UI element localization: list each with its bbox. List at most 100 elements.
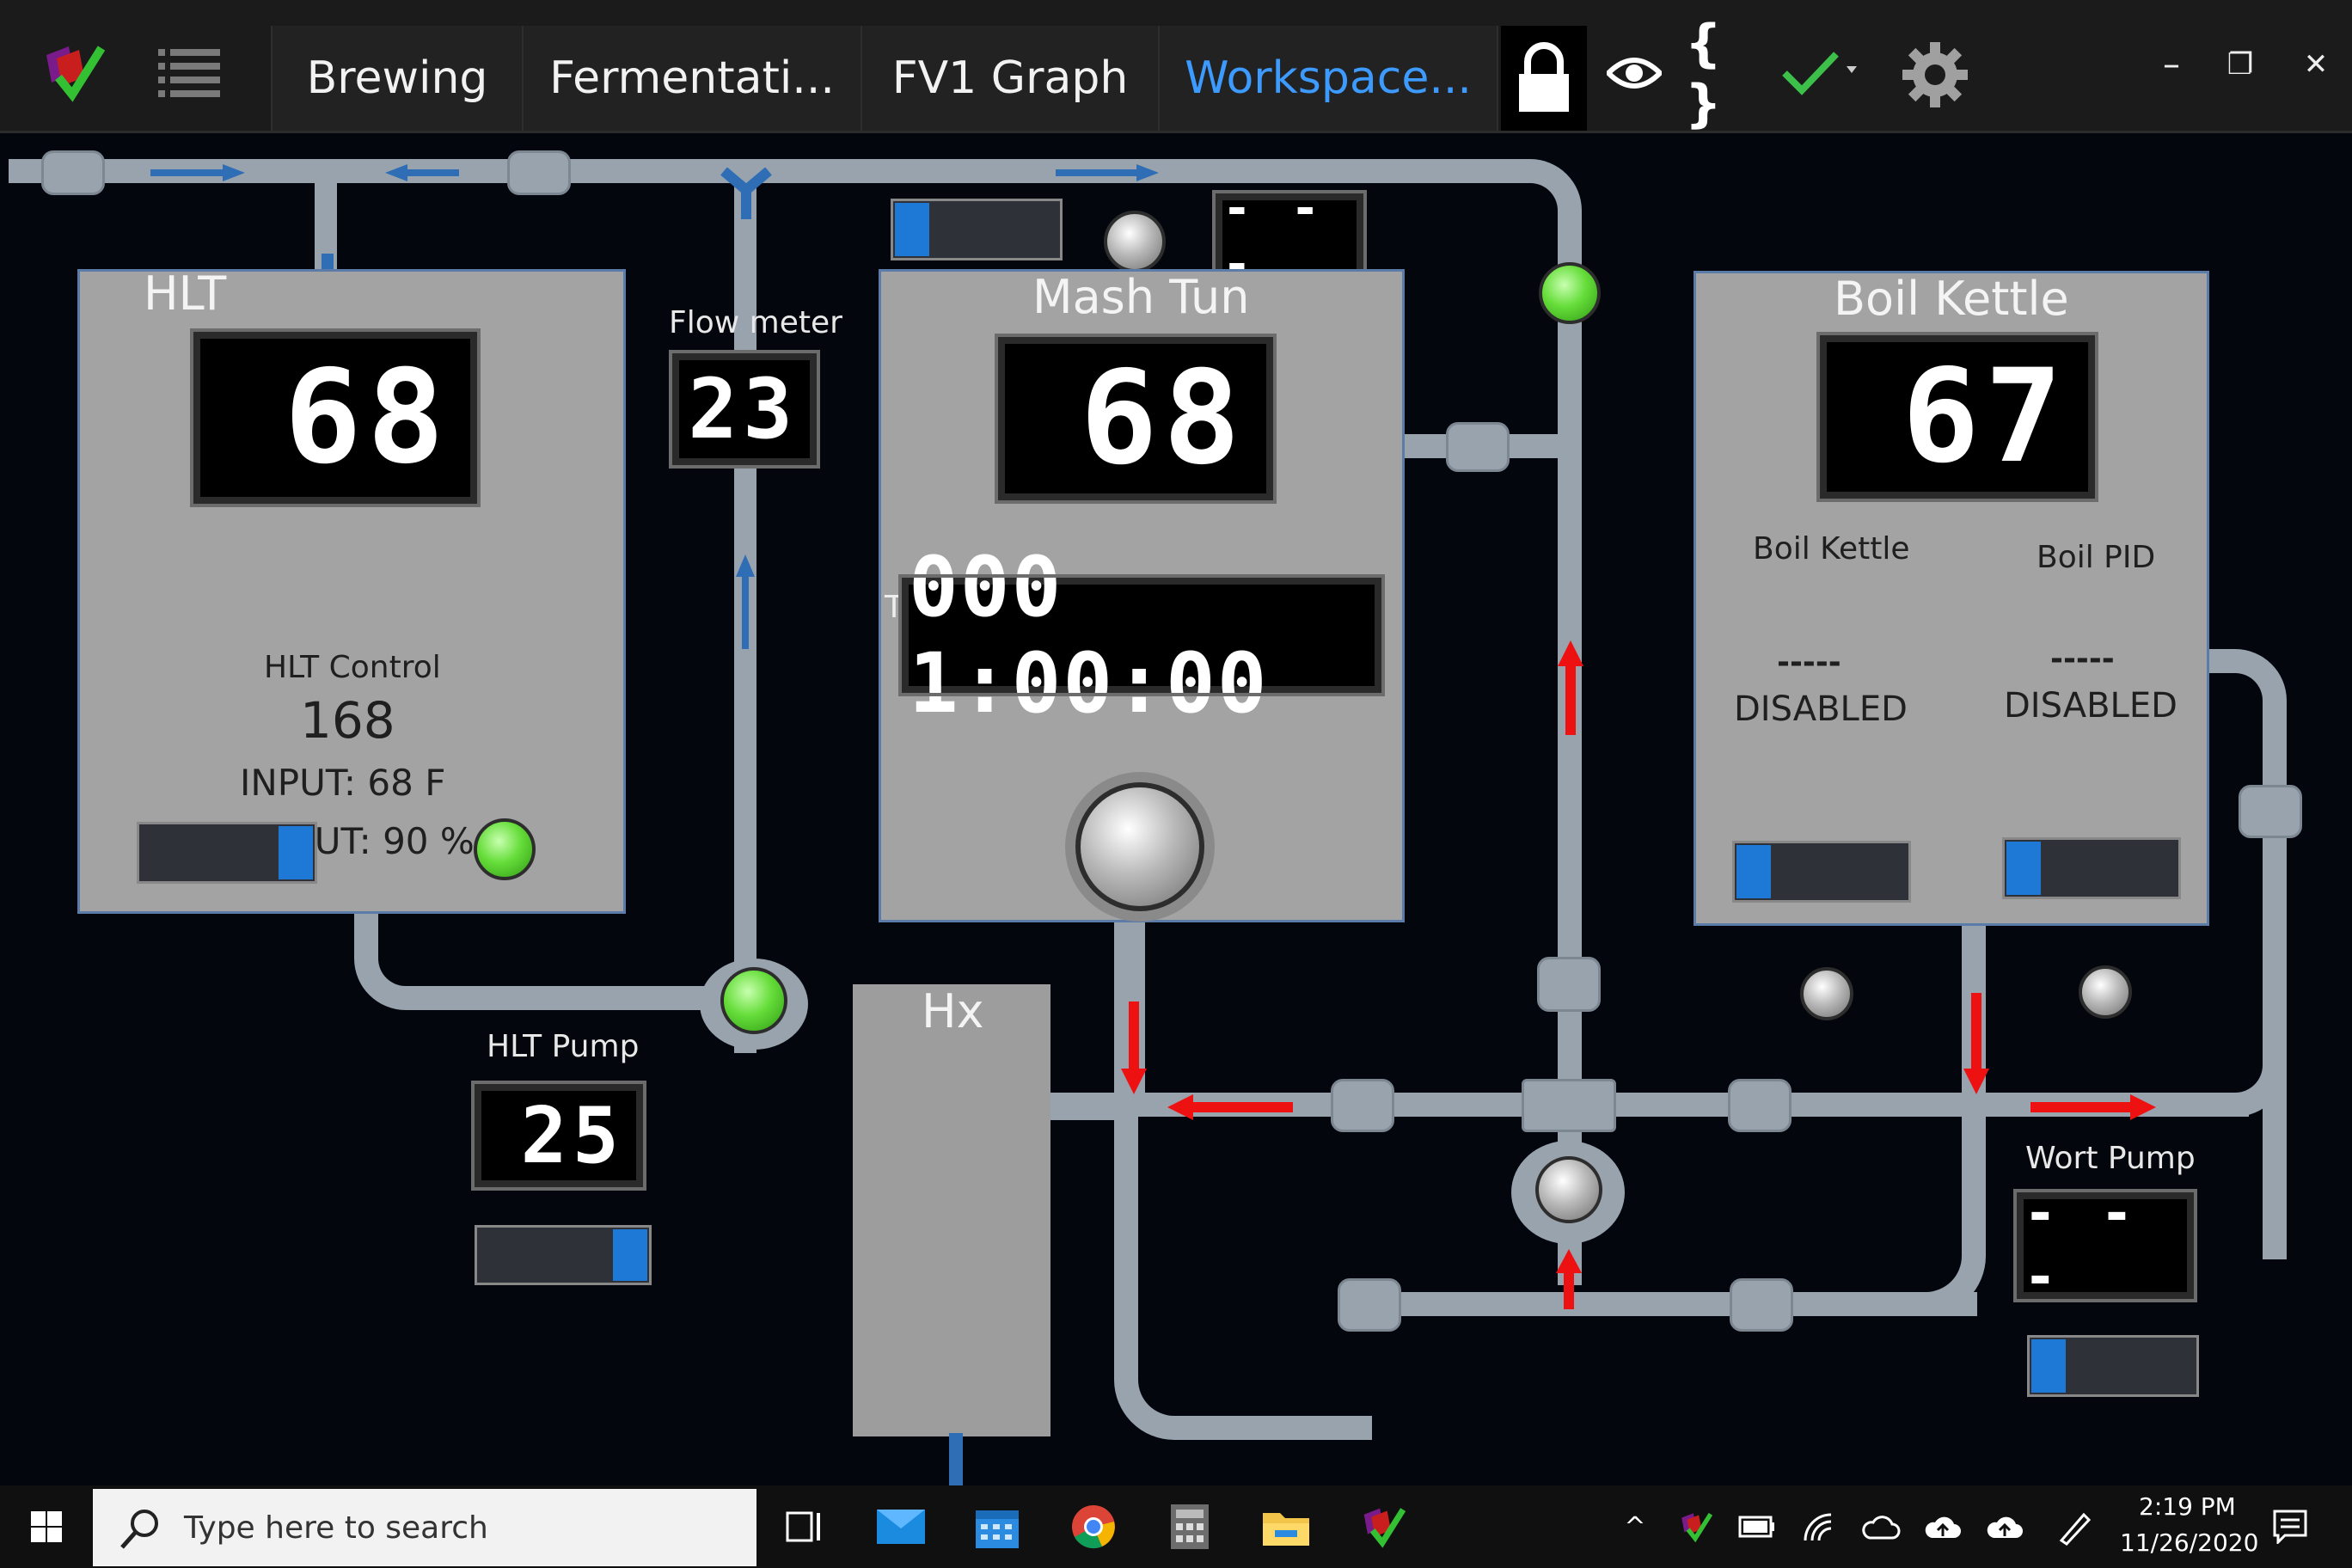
- flow-arrow-up: [736, 554, 755, 652]
- mash-tun-temp-display: 68: [995, 334, 1277, 504]
- windows-start-icon[interactable]: [21, 1501, 72, 1553]
- boil-kettle-col-label: Boil Kettle: [1753, 531, 1910, 567]
- flow-arrow-up-red: [1558, 640, 1583, 738]
- boil-pid-col-label: Boil PID: [2037, 540, 2156, 575]
- lower-loop-pipe: [1114, 907, 1372, 1440]
- hlt-vessel: HLT 68 HLT Control 168 INPUT: 68 F OUTPU…: [77, 266, 626, 914]
- wort-pump-display: - - -: [2013, 1182, 2197, 1309]
- clock-date[interactable]: 11/26/2020: [2120, 1528, 2258, 1557]
- restore-button[interactable]: ❐: [2214, 39, 2266, 90]
- tab-workspace[interactable]: Workspace...: [1158, 26, 1498, 131]
- onedrive-icon[interactable]: [1979, 1501, 2030, 1553]
- mash-tun-vessel: Mash Tun T 68 000 1:00:00: [879, 269, 1405, 922]
- hlt-pump-toggle[interactable]: [475, 1225, 652, 1285]
- mash-top-led: [1104, 211, 1166, 273]
- flow-arrow-left: [385, 164, 459, 185]
- taskbar-search-input[interactable]: Type here to search: [93, 1489, 756, 1566]
- battery-icon[interactable]: [1731, 1501, 1783, 1553]
- hlt-enable-toggle[interactable]: [137, 822, 317, 884]
- hlt-pump-led: [720, 967, 787, 1034]
- boil-kettle-title: Boil Kettle: [1834, 272, 2069, 326]
- mash-recirc-led: [1539, 262, 1601, 324]
- boil-kettle-toggle[interactable]: [1732, 841, 1911, 903]
- hlt-control-label: HLT Control: [264, 650, 441, 685]
- minimize-button[interactable]: –: [2146, 39, 2197, 90]
- hlt-pump-label: HLT Pump: [487, 1029, 640, 1064]
- pipe-coupling: [41, 150, 105, 195]
- calendar-icon[interactable]: [971, 1501, 1023, 1553]
- lower-loop-pipe: [1719, 916, 1986, 1316]
- hlt-pump-display: 25: [471, 1081, 646, 1191]
- mash-stir-button[interactable]: [1075, 782, 1204, 911]
- mash-tun-timer-display: 000 1:00:00: [898, 539, 1385, 732]
- mash-tun-title: Mash Tun: [1032, 270, 1250, 324]
- wort-pump-toggle[interactable]: [2027, 1335, 2199, 1397]
- clock-time[interactable]: 2:19 PM: [2139, 1492, 2236, 1521]
- boil-kettle-vessel: Boil Kettle 67 Boil Kettle Boil PID ----…: [1694, 271, 2209, 926]
- pipe-coupling: [1537, 957, 1601, 1012]
- boil-pid-value: -----: [2050, 641, 2115, 677]
- hlt-setpoint: 168: [300, 691, 395, 750]
- calculator-icon[interactable]: [1164, 1501, 1216, 1553]
- tee-icon: [719, 167, 774, 223]
- search-placeholder: Type here to search: [184, 1510, 488, 1546]
- title-bar: Brewing Fermentati... FV1 Graph Workspac…: [0, 0, 2352, 134]
- onedrive-icon[interactable]: [1917, 1501, 1969, 1553]
- tray-chevron-icon[interactable]: ^: [1609, 1501, 1661, 1553]
- mail-icon[interactable]: [875, 1501, 927, 1553]
- gear-icon[interactable]: [1896, 36, 1974, 113]
- pipe-coupling: [1446, 422, 1510, 472]
- brewery-app-taskbar-icon[interactable]: [1357, 1501, 1408, 1553]
- flow-arrow-up-red: [1556, 1249, 1582, 1313]
- flow-arrow-down-red: [1963, 993, 1989, 1099]
- pipe-coupling: [1338, 1278, 1401, 1332]
- cloud-sync-icon[interactable]: [1855, 1501, 1907, 1553]
- pipe-coupling: [1522, 1079, 1616, 1132]
- center-pump-led: [1535, 1156, 1602, 1223]
- close-button[interactable]: ✕: [2290, 39, 2342, 90]
- taskbar: Type here to search ^ 2:19 PM 11/26/2020: [0, 1485, 2352, 1568]
- task-view-icon[interactable]: [779, 1501, 830, 1553]
- hlt-status-led: [474, 818, 536, 880]
- pipe-coupling: [2239, 785, 2302, 838]
- flow-arrow-right: [150, 164, 245, 185]
- flowmeter-display: 23: [669, 350, 820, 469]
- boil-kettle-value: -----: [1777, 645, 1841, 680]
- flow-arrow-left-red: [1167, 1094, 1293, 1124]
- notifications-icon[interactable]: [2264, 1501, 2316, 1553]
- hx-inlet-pipe: [1049, 1096, 1135, 1120]
- tab-brewing[interactable]: Brewing: [271, 26, 524, 131]
- boil-pid-led: [2079, 965, 2132, 1019]
- menu-list-icon[interactable]: [155, 40, 224, 108]
- boil-return-pipe: [2201, 649, 2287, 1259]
- search-icon: [120, 1510, 158, 1549]
- hx-title: Hx: [922, 984, 984, 1038]
- top-pipe-elbow: [1513, 159, 1582, 228]
- eye-icon[interactable]: [1604, 43, 1664, 103]
- mash-tun-marker: T: [885, 590, 903, 625]
- mash-top-display: - - -: [1212, 181, 1367, 292]
- boil-kettle-status: DISABLED: [1734, 689, 1908, 729]
- hlt-input: INPUT: 68 F: [240, 762, 446, 804]
- check-dropdown-icon[interactable]: [1778, 43, 1864, 103]
- wifi-icon[interactable]: [1793, 1501, 1845, 1553]
- tray-app-icon[interactable]: [1669, 1501, 1721, 1553]
- pipe-coupling: [1730, 1278, 1793, 1332]
- file-explorer-icon[interactable]: [1260, 1501, 1312, 1553]
- hlt-outlet-pipe: [354, 907, 750, 1010]
- hlt-title: HLT: [144, 266, 227, 321]
- heat-exchanger: Hx: [853, 984, 1050, 1436]
- mash-heater-toggle[interactable]: [891, 199, 1063, 260]
- pen-icon[interactable]: [2049, 1501, 2101, 1553]
- tab-fermentation[interactable]: Fermentati...: [522, 26, 862, 131]
- pipe-coupling: [507, 150, 571, 195]
- app-logo-icon[interactable]: [38, 38, 107, 107]
- boil-pid-toggle[interactable]: [2002, 837, 2181, 899]
- hlt-temp-display: 68: [190, 328, 481, 507]
- lock-icon[interactable]: [1501, 26, 1587, 131]
- tab-fv1-graph[interactable]: FV1 Graph: [861, 26, 1160, 131]
- code-braces-icon[interactable]: { }: [1685, 14, 1754, 134]
- flow-arrow-right-red: [2030, 1094, 2156, 1124]
- chrome-icon[interactable]: [1068, 1501, 1119, 1553]
- boil-pid-status: DISABLED: [2004, 686, 2177, 726]
